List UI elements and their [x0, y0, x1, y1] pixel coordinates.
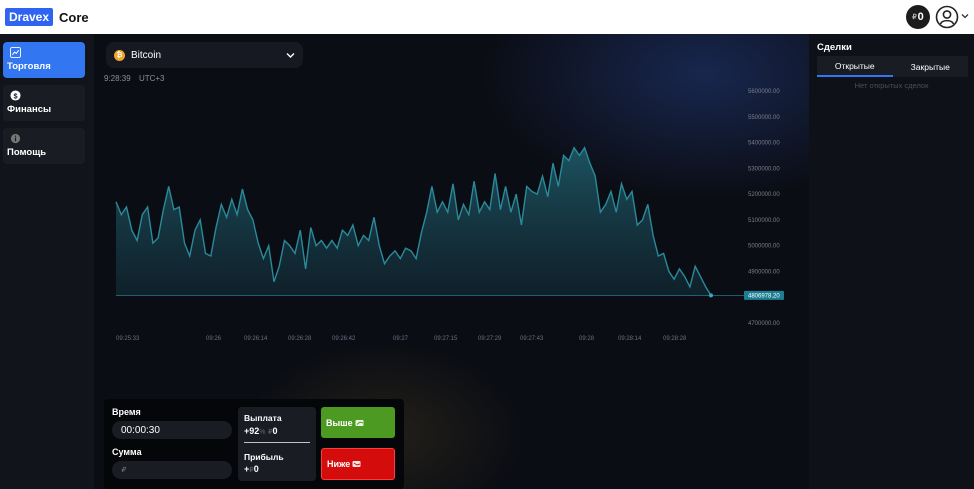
price-chart[interactable]: 5600000.00 5500000.00 5400000.00 5300000.00…: [94, 34, 809, 364]
payout-label: Выплата: [244, 413, 282, 423]
amount-label: Сумма: [112, 447, 142, 457]
x-tick-label: 09:28:14: [618, 336, 642, 342]
arrow-up-icon: [355, 419, 364, 426]
x-tick-label: 09:28: [579, 336, 595, 342]
y-tick-label: 5200000.00: [748, 192, 780, 198]
x-tick-label: 09:27:29: [478, 336, 502, 342]
y-tick-label: 5600000.00: [748, 89, 780, 95]
sidebar-item-label: Финансы: [7, 104, 52, 115]
bitcoin-icon: ₿: [114, 49, 125, 61]
x-tick-label: 09:25:33: [116, 336, 140, 342]
y-tick-label: 5000000.00: [748, 244, 780, 250]
balance-value: 0: [917, 11, 924, 23]
lower-button-label: Ниже: [327, 459, 351, 469]
chart-area: 5600000.00 5500000.00 5400000.00 5300000.00…: [94, 34, 809, 489]
sidebar-item-help[interactable]: Помощь: [3, 128, 85, 164]
asset-name: Bitcoin: [131, 49, 162, 61]
deals-panel: Сделки Открытые Закрытые Нет открытых сд…: [809, 34, 974, 489]
clock-time: 9:28:39: [104, 74, 131, 83]
y-tick-label: 4900000.00: [748, 269, 780, 275]
balance-pill[interactable]: ₽ 0: [906, 5, 930, 29]
top-bar: Dravex Core ₽ 0: [0, 0, 974, 34]
lower-button[interactable]: Ниже: [321, 448, 395, 480]
chart-line-icon: [10, 47, 21, 58]
payout-box: Выплата +92% ₽0 Прибыль +₽0: [238, 407, 316, 481]
trade-panel: Время 00:00:30 Сумма ₽ Выплата +92% ₽0 П…: [104, 399, 404, 489]
x-tick-label: 09:27:15: [434, 336, 458, 342]
x-tick-label: 09:27: [393, 336, 409, 342]
time-label: Время: [112, 407, 141, 417]
sidebar-item-trading[interactable]: Торговля: [3, 42, 85, 78]
profit-label: Прибыль: [244, 452, 284, 462]
server-clock: 9:28:39 UTC+3: [104, 74, 165, 83]
payout-amount: 0: [272, 426, 278, 436]
tab-open-deals[interactable]: Открытые: [817, 56, 893, 77]
higher-button[interactable]: Выше: [321, 407, 395, 438]
logo-text: Core: [59, 9, 89, 25]
profit-amount: 0: [253, 464, 259, 474]
payout-percent: +92: [244, 426, 260, 436]
current-price-dot: [709, 293, 713, 298]
x-tick-label: 09:26:42: [332, 336, 356, 342]
y-tick-label: 5400000.00: [748, 141, 780, 147]
current-price-label: 4806978.20: [748, 293, 780, 299]
x-tick-label: 09:27:43: [520, 336, 544, 342]
profit-value: +₽0: [244, 464, 259, 474]
x-tick-label: 09:26: [206, 336, 222, 342]
amount-input[interactable]: ₽: [112, 461, 232, 479]
user-avatar-icon[interactable]: [935, 5, 959, 29]
deals-tabs: Открытые Закрытые: [817, 56, 968, 77]
tab-closed-deals[interactable]: Закрытые: [893, 56, 969, 77]
info-icon: [10, 133, 21, 144]
x-axis: 09:25:33 09:26 09:26:14 09:26:28 09:26:42 09:…: [116, 336, 687, 342]
y-tick-label: 5500000.00: [748, 115, 780, 121]
balance-currency: ₽: [912, 14, 917, 21]
y-tick-label: 5100000.00: [748, 218, 780, 224]
arrow-down-icon: [352, 461, 361, 467]
payout-value: +92% ₽0: [244, 426, 278, 436]
sidebar-item-finance[interactable]: $ Финансы: [3, 85, 85, 121]
sidebar: Торговля $ Финансы Помощь: [0, 34, 94, 489]
clock-timezone: UTC+3: [138, 74, 165, 83]
sidebar-item-label: Помощь: [7, 147, 47, 158]
y-tick-label: 4700000.00: [748, 321, 780, 327]
sidebar-item-label: Торговля: [7, 61, 51, 72]
svg-text:$: $: [13, 91, 17, 100]
asset-selector[interactable]: ₿ Bitcoin: [106, 42, 303, 68]
dollar-icon: $: [10, 90, 21, 101]
y-tick-label: 5300000.00: [748, 166, 780, 172]
price-area: [116, 147, 711, 296]
time-input[interactable]: 00:00:30: [112, 421, 232, 439]
chevron-down-icon[interactable]: [961, 12, 969, 20]
x-tick-label: 09:26:14: [244, 336, 268, 342]
chevron-down-icon: [286, 53, 295, 58]
x-tick-label: 09:26:28: [288, 336, 312, 342]
logo-badge: Dravex: [5, 8, 54, 26]
deals-empty-message: Нет открытых сделок: [854, 81, 929, 90]
payout-percent-sign: %: [259, 429, 266, 436]
x-tick-label: 09:28:28: [663, 336, 687, 342]
deals-title: Сделки: [817, 42, 852, 53]
payout-divider: [244, 442, 310, 443]
higher-button-label: Выше: [326, 417, 353, 428]
